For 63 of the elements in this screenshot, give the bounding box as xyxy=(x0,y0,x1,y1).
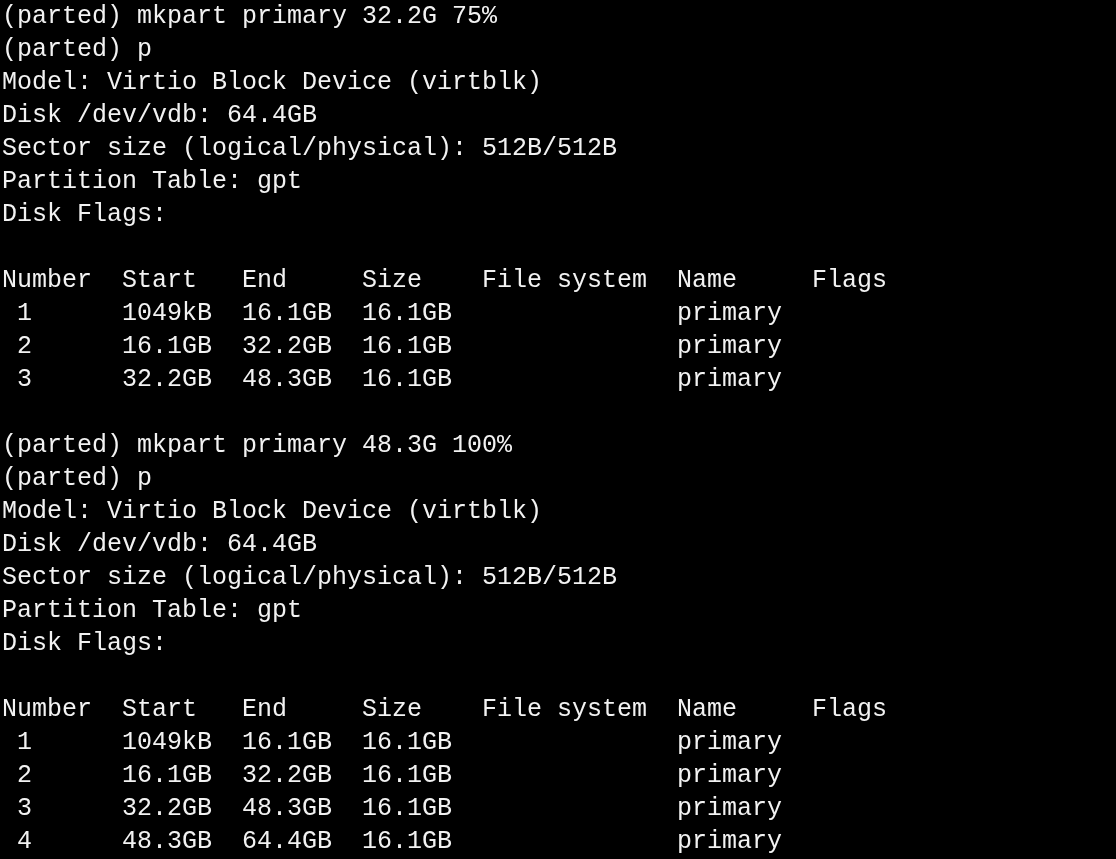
table-cell: 3 xyxy=(17,794,32,823)
table-cell: primary xyxy=(677,728,783,757)
table-cell: 1 xyxy=(17,299,32,328)
column-header: File system xyxy=(482,266,648,295)
command-line: (parted) mkpart primary 48.3G 100% xyxy=(2,431,513,460)
column-header: End xyxy=(242,695,288,724)
table-cell: 32.2GB xyxy=(242,761,333,790)
output-line: Partition Table: gpt xyxy=(2,167,303,196)
output-line: Partition Table: gpt xyxy=(2,596,303,625)
table-cell: 64.4GB xyxy=(242,827,333,856)
table-cell: 4 xyxy=(17,827,32,856)
output-line: Model: Virtio Block Device (virtblk) xyxy=(2,497,543,526)
table-cell: primary xyxy=(677,827,783,856)
column-header: Name xyxy=(677,266,738,295)
table-cell: 16.1GB xyxy=(362,794,453,823)
table-cell: primary xyxy=(677,365,783,394)
table-cell: 1049kB xyxy=(122,728,213,757)
table-cell: 32.2GB xyxy=(242,332,333,361)
command-line: (parted) p xyxy=(2,464,153,493)
table-cell: 16.1GB xyxy=(362,827,453,856)
table-cell: primary xyxy=(677,794,783,823)
column-header: Number xyxy=(2,266,92,295)
output-line: Disk /dev/vdb: 64.4GB xyxy=(2,101,318,130)
table-cell: 48.3GB xyxy=(242,365,333,394)
table-cell: 2 xyxy=(17,332,32,361)
table-cell: 16.1GB xyxy=(362,332,453,361)
column-header: Start xyxy=(122,266,198,295)
table-cell: 16.1GB xyxy=(242,299,333,328)
command-line: (parted) p xyxy=(2,35,153,64)
table-cell: 1049kB xyxy=(122,299,213,328)
table-cell: primary xyxy=(677,299,783,328)
column-header: Size xyxy=(362,266,423,295)
column-header: Flags xyxy=(812,266,888,295)
table-cell: 16.1GB xyxy=(122,761,213,790)
table-cell: 3 xyxy=(17,365,32,394)
column-header: Name xyxy=(677,695,738,724)
table-cell: 2 xyxy=(17,761,32,790)
table-cell: 16.1GB xyxy=(242,728,333,757)
output-line: Disk Flags: xyxy=(2,629,168,658)
table-cell: 16.1GB xyxy=(362,365,453,394)
column-header: File system xyxy=(482,695,648,724)
table-cell: 48.3GB xyxy=(242,794,333,823)
column-header: Flags xyxy=(812,695,888,724)
table-cell: 16.1GB xyxy=(122,332,213,361)
table-cell: 32.2GB xyxy=(122,794,213,823)
table-cell: 16.1GB xyxy=(362,761,453,790)
table-cell: 16.1GB xyxy=(362,728,453,757)
output-line: Model: Virtio Block Device (virtblk) xyxy=(2,68,543,97)
column-header: End xyxy=(242,266,288,295)
column-header: Size xyxy=(362,695,423,724)
table-cell: 32.2GB xyxy=(122,365,213,394)
column-header: Start xyxy=(122,695,198,724)
output-line: Disk /dev/vdb: 64.4GB xyxy=(2,530,318,559)
output-line: Sector size (logical/physical): 512B/512B xyxy=(2,134,618,163)
table-cell: 1 xyxy=(17,728,32,757)
table-cell: primary xyxy=(677,761,783,790)
table-cell: 16.1GB xyxy=(362,299,453,328)
output-line: Sector size (logical/physical): 512B/512B xyxy=(2,563,618,592)
table-cell: 48.3GB xyxy=(122,827,213,856)
table-cell: primary xyxy=(677,332,783,361)
output-line: Disk Flags: xyxy=(2,200,168,229)
command-line: (parted) mkpart primary 32.2G 75% xyxy=(2,2,498,31)
column-header: Number xyxy=(2,695,92,724)
